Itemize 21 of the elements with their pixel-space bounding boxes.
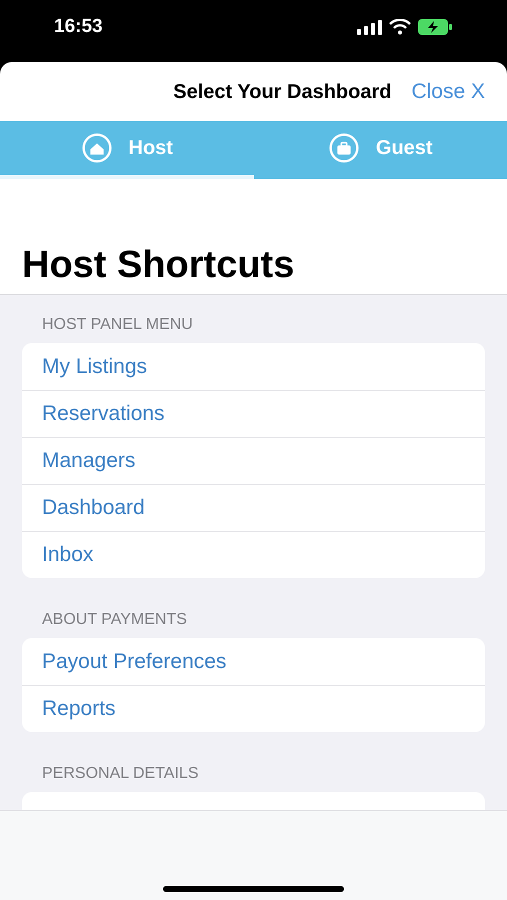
wifi-icon bbox=[389, 19, 411, 35]
menu-item[interactable]: Managers bbox=[22, 437, 485, 484]
dashboard-tab[interactable]: Host bbox=[0, 121, 254, 179]
close-button[interactable]: Close X bbox=[411, 76, 485, 108]
section-heading: HOST PANEL MENU bbox=[41, 315, 194, 335]
signal-icon bbox=[357, 19, 383, 35]
page-title: Host Shortcuts bbox=[22, 246, 294, 284]
section-heading: ABOUT PAYMENTS bbox=[41, 610, 188, 630]
menu-item[interactable]: Dashboard bbox=[22, 484, 485, 531]
battery-charging-icon bbox=[417, 18, 453, 36]
menu-item[interactable]: Payout Preferences bbox=[22, 638, 485, 685]
dashboard-title: Select Your Dashboard bbox=[173, 80, 392, 104]
status-time: 16:53 bbox=[54, 14, 103, 39]
menu-item[interactable]: Reports bbox=[22, 685, 485, 732]
menu-item[interactable]: Inbox bbox=[22, 531, 485, 578]
dashboard-tab[interactable]: Guest bbox=[254, 121, 507, 179]
menu-item[interactable]: My Listings bbox=[22, 343, 485, 390]
house-icon bbox=[80, 132, 113, 164]
section-heading: PERSONAL DETAILS bbox=[41, 764, 200, 784]
briefcase-icon bbox=[328, 132, 360, 164]
menu-item[interactable]: Reservations bbox=[22, 390, 485, 437]
